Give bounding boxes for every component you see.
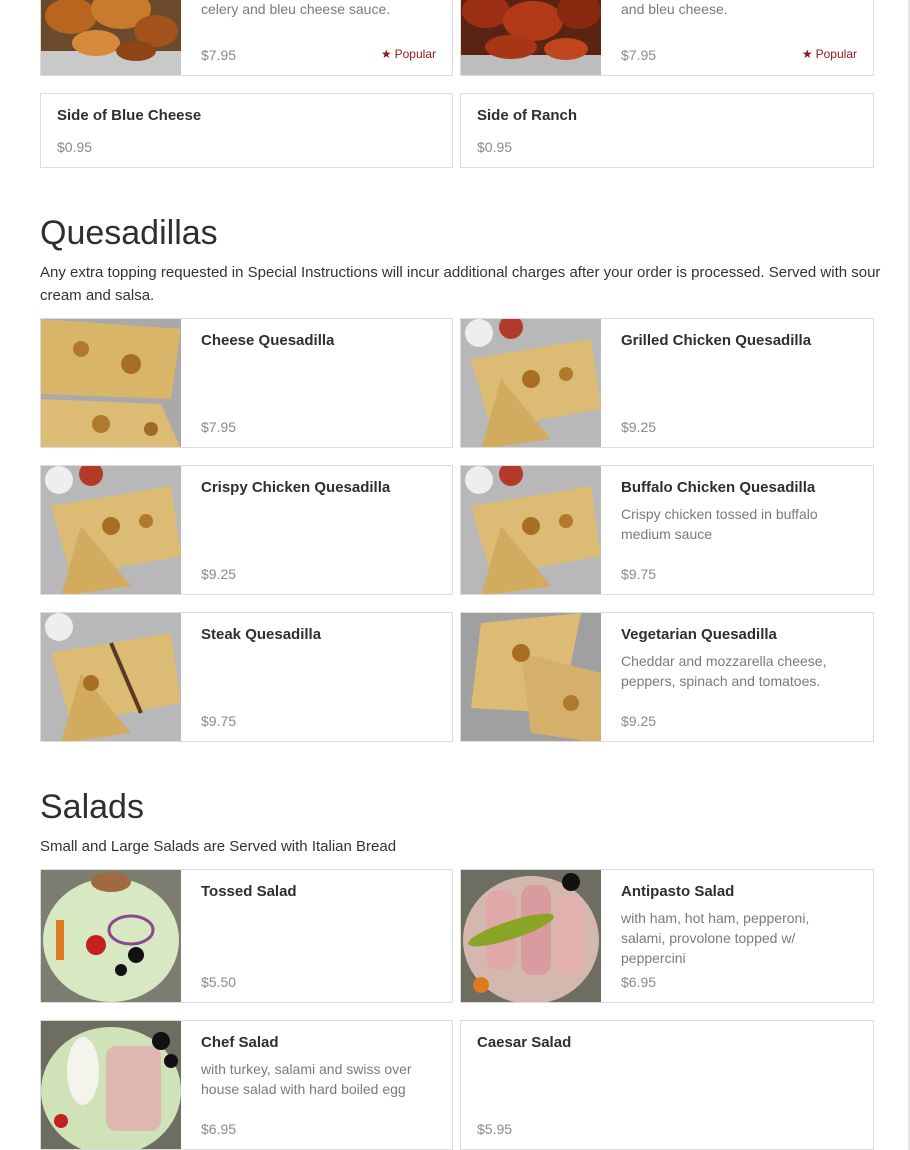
menu-item-card[interactable]: Cheese Quesadilla $7.95	[40, 318, 453, 448]
item-price: $5.50	[201, 974, 237, 990]
item-name: Buffalo Chicken Quesadilla	[621, 479, 816, 496]
item-description: of sauce. Served with celery, carrots, a…	[621, 1, 728, 17]
item-price: $7.95	[201, 419, 237, 435]
item-name: Chef Salad	[201, 1034, 279, 1051]
item-description: Cheddar and mozzarella cheese, peppers, …	[621, 653, 827, 689]
star-icon: ★	[801, 47, 813, 61]
item-name: Side of Blue Cheese	[57, 107, 202, 124]
item-price: $9.25	[621, 419, 657, 435]
item-price: $9.75	[621, 566, 657, 582]
menu-item-card[interactable]: Side of Blue Cheese $0.95	[40, 93, 453, 168]
item-description: with ham, hot ham, pepperoni, salami, pr…	[621, 910, 810, 966]
item-price: $6.95	[621, 974, 657, 990]
item-price: $5.95	[477, 1121, 513, 1137]
quesadilla-photo	[41, 319, 181, 447]
item-price: $6.95	[201, 1121, 237, 1137]
item-description: Crispy chicken tossed in buffalo medium …	[621, 506, 818, 542]
item-name: Side of Ranch	[477, 107, 578, 124]
item-name: Vegetarian Quesadilla	[621, 626, 777, 643]
item-name: Crispy Chicken Quesadilla	[201, 479, 391, 496]
salad-photo	[41, 870, 181, 1002]
star-icon: ★	[380, 47, 392, 61]
item-name: Steak Quesadilla	[201, 626, 322, 643]
item-price: $7.95	[621, 47, 657, 63]
item-price: $0.95	[477, 139, 513, 155]
quesadilla-photo	[461, 613, 601, 741]
salad-photo	[461, 870, 601, 1002]
section-title: Quesadillas	[40, 214, 218, 252]
wings-photo	[41, 0, 181, 75]
section-description: Small and Large Salads are Served with I…	[40, 838, 397, 855]
section-title: Salads	[40, 788, 144, 826]
item-name: Caesar Salad	[477, 1034, 572, 1051]
menu-item-card[interactable]: Vegetarian Quesadilla Cheddar and mozzar…	[460, 612, 874, 742]
quesadilla-photo	[41, 466, 181, 594]
item-name: Antipasto Salad	[621, 883, 735, 900]
quesadilla-photo	[461, 466, 601, 594]
menu-item-card[interactable]: Chef Salad with turkey, salami and swiss…	[40, 1020, 453, 1150]
popular-badge: ★ Popular	[801, 47, 857, 61]
menu-item-card[interactable]: choice of sauce. Includes carrots, celer…	[40, 0, 453, 76]
item-price: $9.25	[621, 713, 657, 729]
menu-item-card[interactable]: Tossed Salad $5.50	[40, 869, 453, 1003]
wings-photo	[461, 0, 601, 75]
menu-item-card[interactable]: Caesar Salad $5.95	[460, 1020, 874, 1150]
item-name: Grilled Chicken Quesadilla	[621, 332, 812, 349]
item-price: $9.25	[201, 566, 237, 582]
menu-item-card[interactable]: of sauce. Served with celery, carrots, a…	[460, 0, 874, 76]
quesadilla-photo	[41, 613, 181, 741]
menu-item-card[interactable]: Steak Quesadilla $9.75	[40, 612, 453, 742]
menu-item-card[interactable]: Crispy Chicken Quesadilla $9.25	[40, 465, 453, 595]
salad-photo	[41, 1021, 181, 1149]
item-description: choice of sauce. Includes carrots, celer…	[201, 1, 391, 17]
item-price: $7.95	[201, 47, 237, 63]
popular-badge: ★ Popular	[380, 47, 436, 61]
menu-item-card[interactable]: Antipasto Salad with ham, hot ham, peppe…	[460, 869, 874, 1003]
menu-item-card[interactable]: Grilled Chicken Quesadilla $9.25	[460, 318, 874, 448]
item-price: $9.75	[201, 713, 237, 729]
item-name: Tossed Salad	[201, 883, 297, 900]
section-description: Any extra topping requested in Special I…	[40, 264, 881, 304]
menu-item-card[interactable]: Side of Ranch $0.95	[460, 93, 874, 168]
quesadilla-photo	[461, 319, 601, 447]
item-name: Cheese Quesadilla	[201, 332, 335, 349]
item-description: with turkey, salami and swiss over house…	[201, 1061, 412, 1097]
menu-item-card[interactable]: Buffalo Chicken Quesadilla Crispy chicke…	[460, 465, 874, 595]
item-price: $0.95	[57, 139, 93, 155]
